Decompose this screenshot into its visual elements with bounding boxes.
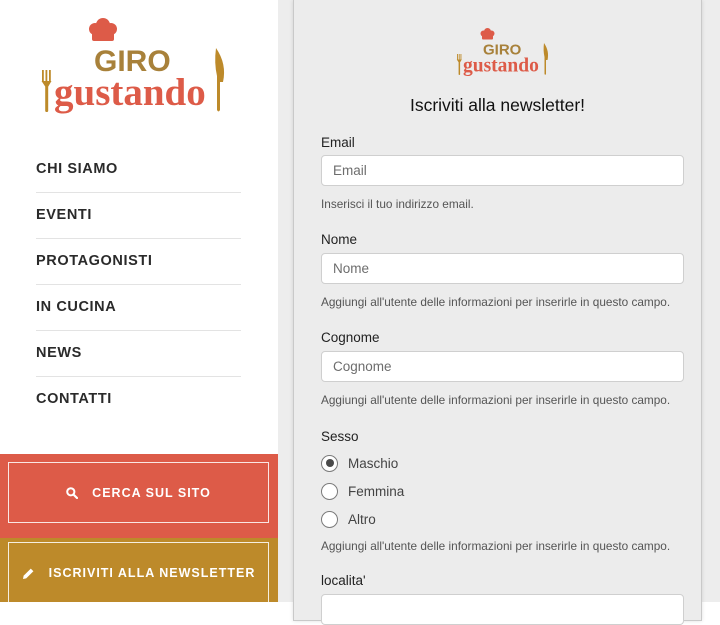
radio-label-femmina: Femmina — [348, 483, 405, 499]
email-help: Inserisci il tuo indirizzo email. — [321, 197, 474, 211]
form-title: Iscriviti alla newsletter! — [409, 95, 586, 115]
radio-altro[interactable] — [321, 510, 338, 528]
radio-maschio[interactable] — [321, 454, 338, 472]
newsletter-label: ISCRIVITI ALLA NEWSLETTER — [48, 566, 256, 580]
radio-label-altro: Altro — [348, 511, 376, 527]
radio-option-maschio[interactable]: Maschio — [321, 453, 398, 473]
nome-label: Nome — [321, 232, 358, 247]
newsletter-block: ISCRIVITI ALLA NEWSLETTER — [0, 538, 278, 603]
nome-help: Aggiungi all'utente delle informazioni p… — [321, 295, 671, 309]
content-area: GIRO gustando Iscriviti alla newsletter!… — [278, 0, 720, 625]
nav-item-chi-siamo[interactable]: CHI SIAMO — [36, 147, 241, 193]
nav-item-news[interactable]: NEWS — [36, 331, 241, 377]
pencil-icon — [22, 568, 34, 579]
newsletter-form: GIRO gustando Iscriviti alla newsletter!… — [293, 0, 702, 625]
svg-text:gustando: gustando — [463, 56, 539, 77]
localita-field[interactable] — [321, 594, 684, 625]
sidebar: GIRO gustando CHI SIAMO EVENTI PROTAGONI… — [0, 0, 278, 603]
nav-item-protagonisti[interactable]: PROTAGONISTI — [36, 239, 241, 285]
cognome-field[interactable] — [321, 351, 684, 382]
search-site-button[interactable]: CERCA SUL SITO — [8, 462, 269, 523]
nav-item-contatti[interactable]: CONTATTI — [36, 377, 241, 422]
cognome-label: Cognome — [321, 330, 380, 345]
svg-text:gustando: gustando — [54, 71, 206, 114]
cognome-help: Aggiungi all'utente delle informazioni p… — [321, 393, 671, 407]
radio-selected-dot — [325, 459, 334, 467]
sesso-label: Sesso — [321, 429, 359, 444]
giro-gustando-logo[interactable]: GIRO gustando — [36, 18, 236, 114]
search-site-label: CERCA SUL SITO — [92, 485, 211, 500]
newsletter-button[interactable]: ISCRIVITI ALLA NEWSLETTER — [8, 542, 269, 603]
nav-item-in-cucina[interactable]: IN CUCINA — [36, 285, 241, 331]
giro-gustando-logo-small: GIRO gustando — [456, 28, 549, 77]
localita-label: localita' — [321, 573, 366, 588]
radio-option-femmina[interactable]: Femmina — [321, 481, 404, 501]
sesso-help: Aggiungi all'utente delle informazioni p… — [321, 539, 671, 553]
nav-item-eventi[interactable]: EVENTI — [36, 193, 241, 239]
nome-field[interactable] — [321, 253, 684, 284]
search-icon — [66, 486, 79, 499]
main-nav: CHI SIAMO EVENTI PROTAGONISTI IN CUCINA … — [36, 147, 241, 422]
radio-label-maschio: Maschio — [348, 455, 399, 471]
radio-femmina[interactable] — [321, 482, 338, 500]
email-label: Email — [321, 135, 355, 150]
search-block: CERCA SUL SITO — [0, 454, 278, 538]
email-field[interactable] — [321, 155, 684, 186]
radio-option-altro[interactable]: Altro — [321, 509, 376, 529]
